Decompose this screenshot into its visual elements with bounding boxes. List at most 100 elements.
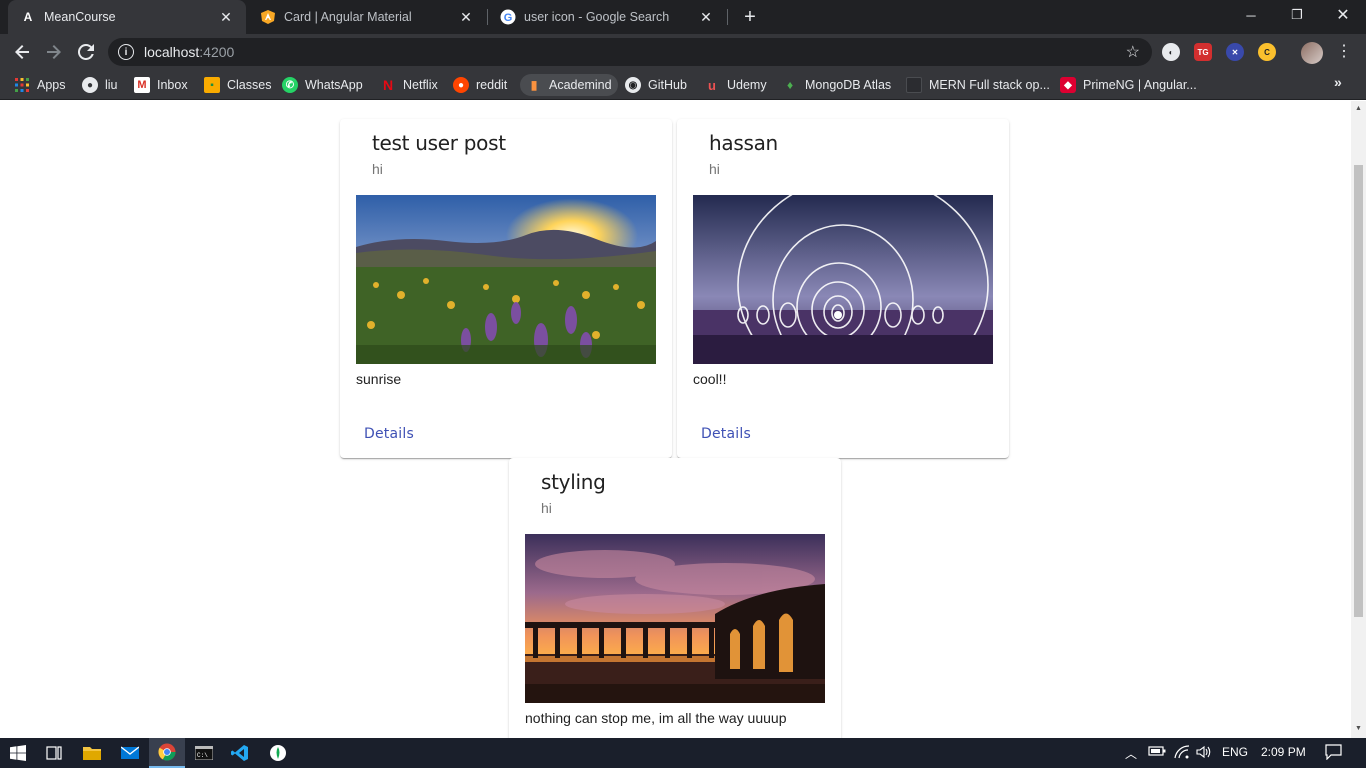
battery-icon[interactable] <box>1148 745 1166 760</box>
bookmark-label: Udemy <box>727 78 767 92</box>
profile-avatar[interactable] <box>1301 42 1323 64</box>
card-header: hassan hi <box>709 131 778 177</box>
angular-icon: A <box>23 10 33 24</box>
angular-material-icon <box>260 9 276 25</box>
bookmark-apps[interactable]: Apps <box>8 74 72 96</box>
svg-text:C:\: C:\ <box>197 752 208 759</box>
minimize-button[interactable]: ─ <box>1228 0 1274 30</box>
chrome-taskbar-button[interactable] <box>149 738 185 768</box>
svg-text:G: G <box>504 12 513 24</box>
tab-user-icon-search[interactable]: G user icon - Google Search ✕ <box>488 0 726 34</box>
task-view-icon <box>46 746 62 760</box>
card-title: test user post <box>372 131 506 155</box>
mongodb-compass-button[interactable] <box>260 738 296 768</box>
bookmark-classes[interactable]: ▪ Classes <box>198 74 277 96</box>
wifi-icon[interactable] <box>1174 745 1190 762</box>
volume-icon[interactable] <box>1196 745 1212 762</box>
bookmark-mern[interactable]: MERN Full stack op... <box>900 74 1056 96</box>
tray-overflow-icon[interactable]: ︿ <box>1125 745 1137 762</box>
google-icon: G <box>500 9 516 25</box>
mail-button[interactable] <box>112 738 148 768</box>
details-button[interactable]: Details <box>356 416 422 452</box>
back-arrow-icon <box>15 45 29 59</box>
browser-toolbar: i localhost:4200 ☆ ◐ TG ✕ C ⋮ <box>0 34 1366 70</box>
close-tab-icon[interactable]: ✕ <box>698 9 714 25</box>
tab-strip: A MeanCourse ✕ Card | Angular Material ✕… <box>0 0 1366 34</box>
bookmark-liu[interactable]: ● liu <box>76 74 124 96</box>
bookmark-whatsapp[interactable]: ✆ WhatsApp <box>276 74 369 96</box>
bookmark-reddit[interactable]: ● reddit <box>447 74 513 96</box>
card-subtitle: hi <box>709 161 720 177</box>
card-content: sunrise <box>356 371 402 387</box>
extension-circle-icon[interactable]: ◐ <box>1162 43 1180 61</box>
close-tab-icon[interactable]: ✕ <box>218 9 234 25</box>
bookmark-udemy[interactable]: u Udemy <box>698 74 773 96</box>
mail-icon <box>121 746 139 759</box>
bookmark-label: Classes <box>227 78 272 92</box>
bookmark-label: Netflix <box>403 78 438 92</box>
classroom-icon: ▪ <box>204 77 220 93</box>
page-content: test user post hi sunrise Details hassan… <box>0 101 1351 738</box>
address-bar[interactable]: i localhost:4200 ☆ <box>108 38 1152 66</box>
bookmarks-bar: Apps ● liu M Inbox ▪ Classes ✆ WhatsApp … <box>0 70 1366 100</box>
back-button[interactable] <box>8 38 36 66</box>
action-center-icon[interactable] <box>1325 744 1342 763</box>
post-card: styling hi nothing can stop me, im all t… <box>509 458 841 738</box>
bookmark-academind[interactable]: ▮ Academind <box>520 74 618 96</box>
mongodb-icon: ♦ <box>786 78 794 92</box>
card-content: nothing can stop me, im all the way uuuu… <box>525 710 787 726</box>
card-subtitle: hi <box>372 161 383 177</box>
extension-c-icon[interactable]: C <box>1258 43 1276 61</box>
scroll-up-icon[interactable]: ▲ <box>1354 105 1363 112</box>
bookmark-mongodb[interactable]: ♦ MongoDB Atlas <box>776 74 897 96</box>
bookmark-icon: ▮ <box>530 78 538 92</box>
bookmark-label: PrimeNG | Angular... <box>1083 78 1197 92</box>
bookmark-netflix[interactable]: N Netflix <box>374 74 444 96</box>
apps-grid-icon <box>14 77 30 93</box>
close-window-button[interactable]: ✕ <box>1320 0 1366 30</box>
bookmark-label: liu <box>105 78 118 92</box>
cmd-button[interactable]: C:\ <box>186 738 222 768</box>
scrollbar-thumb[interactable] <box>1354 165 1363 617</box>
terminal-icon: C:\ <box>195 746 213 760</box>
details-button[interactable]: Details <box>693 416 759 452</box>
chrome-menu-icon[interactable]: ⋮ <box>1336 42 1352 62</box>
bookmark-github[interactable]: ◉ GitHub <box>619 74 693 96</box>
close-tab-icon[interactable]: ✕ <box>458 9 474 25</box>
site-info-icon[interactable]: i <box>118 44 134 60</box>
bookmarks-overflow-icon[interactable]: » <box>1334 74 1342 90</box>
windows-logo-icon <box>10 745 26 761</box>
reload-icon <box>78 44 94 60</box>
bookmark-star-icon[interactable]: ☆ <box>1126 42 1140 62</box>
input-language[interactable]: ENG <box>1222 745 1248 759</box>
page-icon <box>906 77 922 93</box>
extension-shield-icon[interactable]: ✕ <box>1226 43 1244 61</box>
clock[interactable]: 2:09 PM <box>1261 745 1306 759</box>
scroll-down-icon[interactable]: ▼ <box>1354 725 1363 732</box>
file-explorer-button[interactable] <box>74 738 110 768</box>
forward-button[interactable] <box>40 38 68 66</box>
reload-button[interactable] <box>72 38 100 66</box>
page-scrollbar[interactable]: ▲ ▼ <box>1351 101 1366 738</box>
extension-tg-icon[interactable]: TG <box>1194 43 1212 61</box>
bookmark-inbox[interactable]: M Inbox <box>128 74 194 96</box>
restore-button[interactable]: ❐ <box>1274 0 1320 30</box>
post-card: test user post hi sunrise Details <box>340 119 672 458</box>
bookmark-label: Academind <box>549 78 612 92</box>
tab-meancourse[interactable]: A MeanCourse ✕ <box>8 0 246 34</box>
card-subtitle: hi <box>541 500 552 516</box>
bookmark-primeng[interactable]: ◆ PrimeNG | Angular... <box>1054 74 1203 96</box>
vscode-button[interactable] <box>222 738 258 768</box>
bookmark-label: Inbox <box>157 78 188 92</box>
bookmark-label: Apps <box>37 78 66 92</box>
card-content: cool!! <box>693 371 727 387</box>
tab-card-angular-material[interactable]: Card | Angular Material ✕ <box>248 0 486 34</box>
task-view-button[interactable] <box>36 738 72 768</box>
new-tab-button[interactable]: + <box>738 5 762 29</box>
card-header: styling hi <box>541 470 606 516</box>
url-host: localhost <box>144 44 200 60</box>
whatsapp-icon: ✆ <box>282 77 298 93</box>
post-card: hassan hi cool!! Details <box>677 119 1009 458</box>
card-header: test user post hi <box>372 131 506 177</box>
start-button[interactable] <box>0 738 36 768</box>
